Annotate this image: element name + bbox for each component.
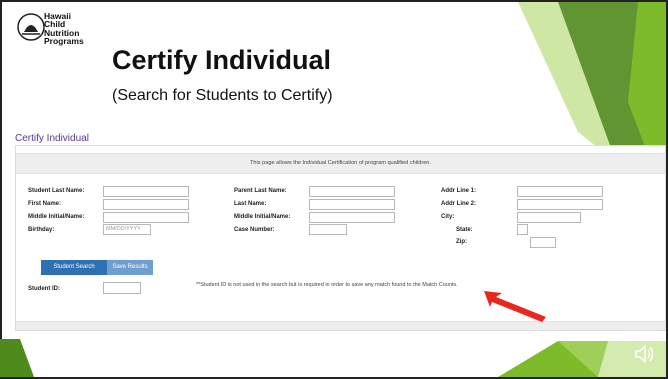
zip-input[interactable] — [530, 237, 556, 248]
parent-first-name-input[interactable] — [309, 199, 395, 210]
parent-last-name-input[interactable] — [309, 186, 395, 197]
addr-line2-label: Addr Line 2: — [441, 201, 477, 207]
student-id-input[interactable] — [103, 282, 141, 294]
first-name-label: First Name: — [28, 201, 62, 207]
info-bar: This page allows the Individual Certific… — [16, 153, 665, 174]
parent-last-name-label: Parent Last Name: — [234, 188, 287, 194]
slide: Hawaii Child Nutrition Programs Certify … — [0, 0, 668, 379]
state-input[interactable] — [517, 224, 528, 235]
addr-line1-label: Addr Line 1: — [441, 188, 477, 194]
slide-title: Certify Individual — [112, 45, 332, 75]
state-label: State: — [456, 227, 473, 233]
first-name-input[interactable] — [103, 199, 189, 210]
certify-individual-link[interactable]: Certify Individual — [15, 133, 89, 144]
parent-middle-initial-input[interactable] — [309, 212, 395, 223]
parent-middle-initial-label: Middle Initial/Name: — [234, 214, 291, 220]
certify-panel: This page allows the Individual Certific… — [15, 145, 666, 331]
student-id-note: **Student ID is not used in the search b… — [196, 282, 458, 288]
student-last-name-input[interactable] — [103, 186, 189, 197]
middle-initial-input[interactable] — [103, 212, 189, 223]
birthday-label: Birthday: — [28, 227, 55, 233]
save-results-button[interactable]: Save Results — [107, 260, 153, 275]
slide-subtitle: (Search for Students to Certify) — [112, 87, 333, 104]
addr-line2-input[interactable] — [517, 199, 603, 210]
city-label: City: — [441, 214, 455, 220]
case-number-input[interactable] — [309, 224, 347, 235]
case-number-label: Case Number: — [234, 227, 275, 233]
student-search-button[interactable]: Student Search — [41, 260, 107, 275]
city-input[interactable] — [517, 212, 581, 223]
addr-line1-input[interactable] — [517, 186, 603, 197]
birthday-input[interactable]: MM/DD/YYYY — [103, 224, 151, 235]
logo-text: Hawaii Child Nutrition Programs — [44, 11, 84, 47]
student-id-label: Student ID: — [28, 286, 60, 292]
zip-label: Zip: — [456, 239, 467, 245]
panel-footer — [16, 321, 665, 330]
middle-initial-label: Middle Initial/Name: — [28, 214, 85, 220]
red-arrow-icon — [484, 291, 546, 322]
hcnp-logo: Hawaii Child Nutrition Programs — [16, 10, 111, 52]
parent-first-name-label: Last Name: — [234, 201, 267, 207]
speaker-icon[interactable] — [633, 342, 657, 366]
student-last-name-label: Student Last Name: — [28, 188, 85, 194]
hawaii-seal-icon — [17, 13, 45, 41]
